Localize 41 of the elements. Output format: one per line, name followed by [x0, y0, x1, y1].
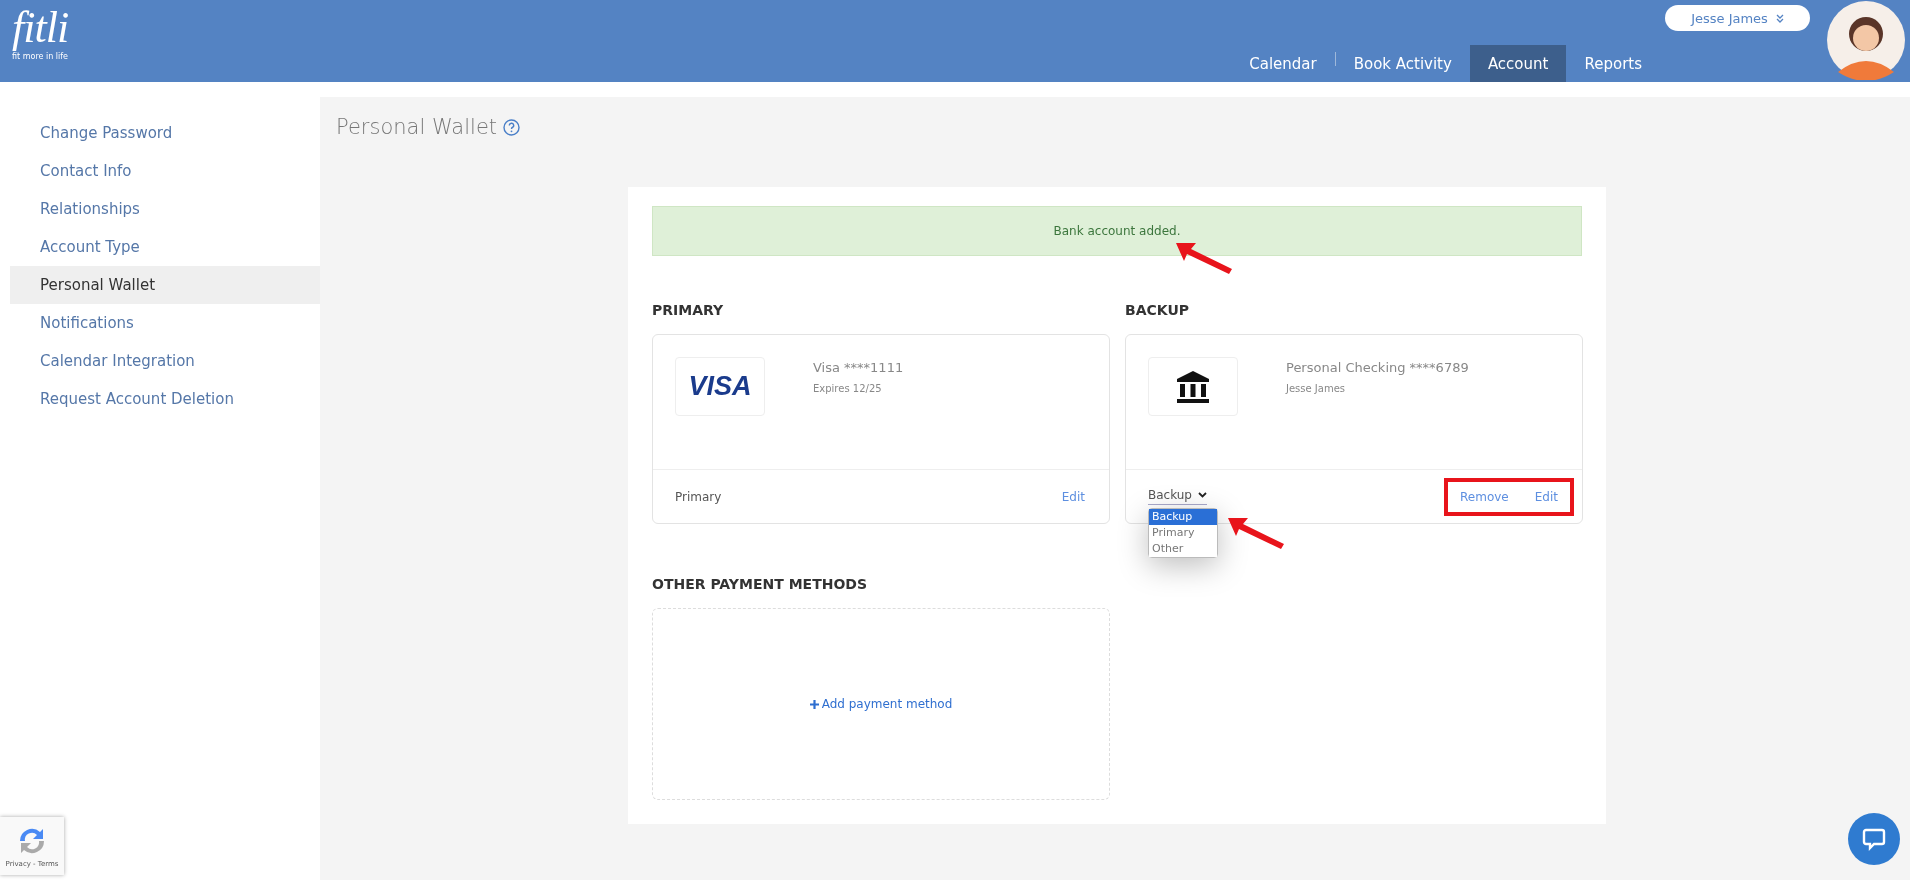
sidebar-item[interactable]: Relationships — [10, 190, 320, 228]
page-title: Personal Wallet — [336, 115, 498, 139]
sidebar-item[interactable]: Personal Wallet — [10, 266, 320, 304]
dropdown-option[interactable]: Primary — [1149, 525, 1217, 541]
sidebar-item[interactable]: Account Type — [10, 228, 320, 266]
sidebar-item[interactable]: Notifications — [10, 304, 320, 342]
user-menu-button[interactable]: Jesse James — [1665, 5, 1810, 31]
add-payment-link[interactable]: Add payment method — [809, 697, 953, 711]
card-action-link[interactable]: Edit — [1061, 489, 1085, 504]
sidebar-item[interactable]: Contact Info — [10, 152, 320, 190]
help-icon[interactable] — [503, 118, 521, 136]
logo: fitli — [12, 6, 69, 50]
section-heading: BACKUP — [1125, 302, 1190, 318]
role-select[interactable]: Backup — [1148, 488, 1207, 505]
nav-tab[interactable]: Calendar — [1231, 45, 1335, 82]
sidebar-item[interactable]: Change Password — [10, 114, 320, 152]
nav-tab[interactable]: Book Activity — [1335, 45, 1470, 82]
avatar-icon[interactable] — [1826, 0, 1906, 80]
payment-detail: Expires 12/25 — [813, 383, 883, 394]
role-label: Primary — [675, 489, 722, 504]
chat-bubble-icon — [1862, 827, 1886, 851]
payment-detail: Jesse James — [1286, 383, 1347, 394]
bank-icon — [1175, 368, 1211, 405]
double-chevron-icon — [1775, 13, 1784, 23]
dropdown-option[interactable]: Backup — [1149, 509, 1217, 525]
sidebar-item[interactable]: Request Account Deletion — [10, 380, 320, 418]
logo-tagline: fit more in life — [12, 52, 69, 61]
card-action-link[interactable]: Edit — [1534, 489, 1558, 504]
section-heading: PRIMARY — [652, 302, 725, 318]
dropdown-option[interactable]: Other — [1149, 541, 1217, 557]
chevron-icon — [1198, 492, 1207, 498]
nav-tab[interactable]: Account — [1469, 45, 1567, 82]
success-alert: Bank account added. — [652, 206, 1582, 256]
nav-tab[interactable]: Reports — [1566, 45, 1660, 82]
payment-name: Personal Checking ****6789 — [1286, 360, 1469, 375]
sidebar-item[interactable]: Calendar Integration — [10, 342, 320, 380]
visa-logo: VISA — [688, 371, 752, 402]
card-action-link[interactable]: Remove — [1460, 489, 1509, 504]
section-heading: OTHER PAYMENT METHODS — [652, 576, 868, 592]
plus-icon — [809, 699, 819, 709]
payment-name: Visa ****1111 — [813, 360, 904, 375]
